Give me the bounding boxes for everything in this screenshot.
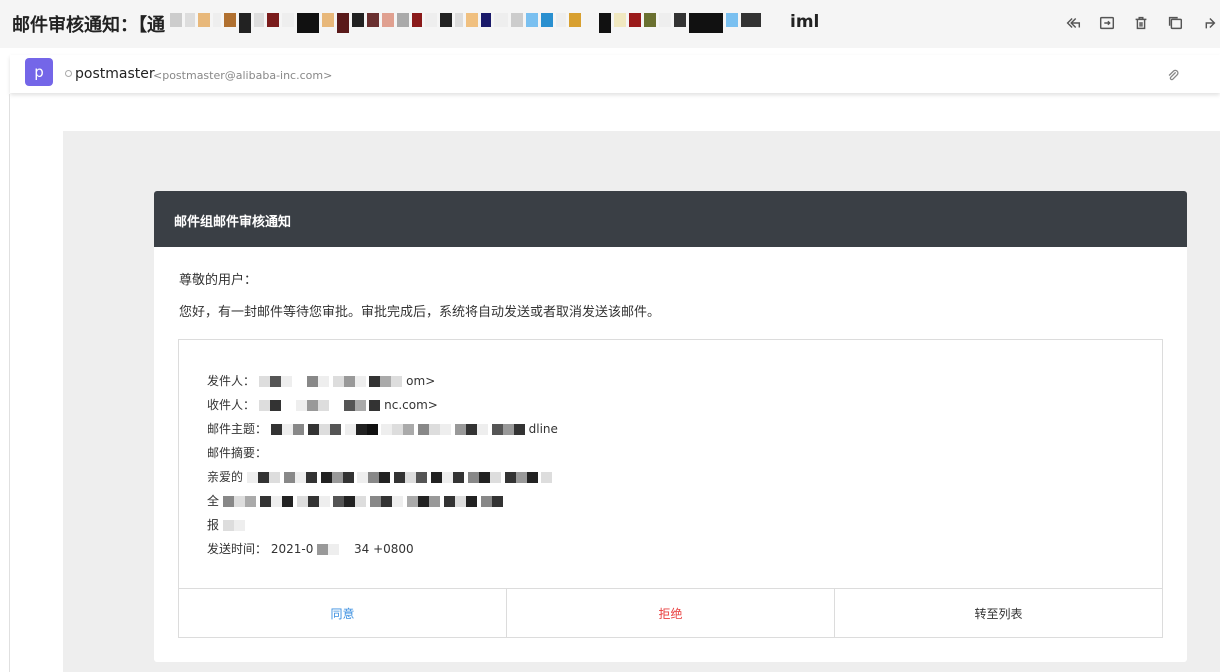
redacted-subject	[170, 13, 980, 39]
action-bar: 同意 拒绝 转至列表	[179, 588, 1162, 637]
detail-summary-line-3: 报	[207, 516, 245, 533]
greeting-text: 尊敬的用户：	[179, 273, 258, 288]
subject-suffix: iml	[790, 12, 820, 32]
detail-recipient: 收件人： nc.com>	[207, 398, 438, 412]
email-subject: 邮件审核通知：【通	[12, 15, 165, 36]
email-toolbar	[1062, 12, 1220, 34]
agree-button[interactable]: 同意	[179, 589, 507, 637]
delete-icon[interactable]	[1130, 12, 1152, 34]
sender-row: p postmaster <postmaster@alibaba-inc.com…	[10, 55, 1220, 93]
go-to-list-button[interactable]: 转至列表	[835, 589, 1162, 637]
sender-email: <postmaster@alibaba-inc.com>	[153, 69, 333, 82]
reject-button[interactable]: 拒绝	[507, 589, 835, 637]
subject-bar: 邮件审核通知：【通 iml	[0, 0, 1220, 48]
detail-sender: 发件人： om>	[207, 374, 436, 388]
detail-summary-label: 邮件摘要：	[207, 446, 268, 460]
divider	[9, 94, 10, 672]
move-icon[interactable]	[1096, 12, 1118, 34]
detail-sent-time: 发送时间： 2021-0 34 +0800	[207, 542, 414, 556]
intro-text: 您好，有一封邮件等待您审批。审批完成后，系统将自动发送或者取消发送该邮件。	[179, 305, 661, 320]
notification-card: 邮件组邮件审核通知 尊敬的用户： 您好，有一封邮件等待您审批。审批完成后，系统将…	[154, 191, 1187, 662]
copy-icon[interactable]	[1164, 12, 1186, 34]
detail-summary-line-1: 亲爱的	[207, 468, 553, 485]
avatar[interactable]: p	[25, 58, 53, 86]
forward-icon[interactable]	[1198, 12, 1220, 34]
detail-subject: 邮件主题： dline	[207, 422, 558, 436]
detail-summary-line-2: 全	[207, 492, 503, 509]
mail-detail-box: 发件人： om> 收件人： nc.com> 邮件主题： dline 邮件摘要： …	[178, 339, 1163, 638]
attachment-icon[interactable]	[1166, 67, 1180, 81]
reply-all-icon[interactable]	[1062, 12, 1084, 34]
card-title: 邮件组邮件审核通知	[154, 191, 1187, 247]
status-dot	[65, 70, 72, 77]
sender-name[interactable]: postmaster	[75, 66, 155, 82]
